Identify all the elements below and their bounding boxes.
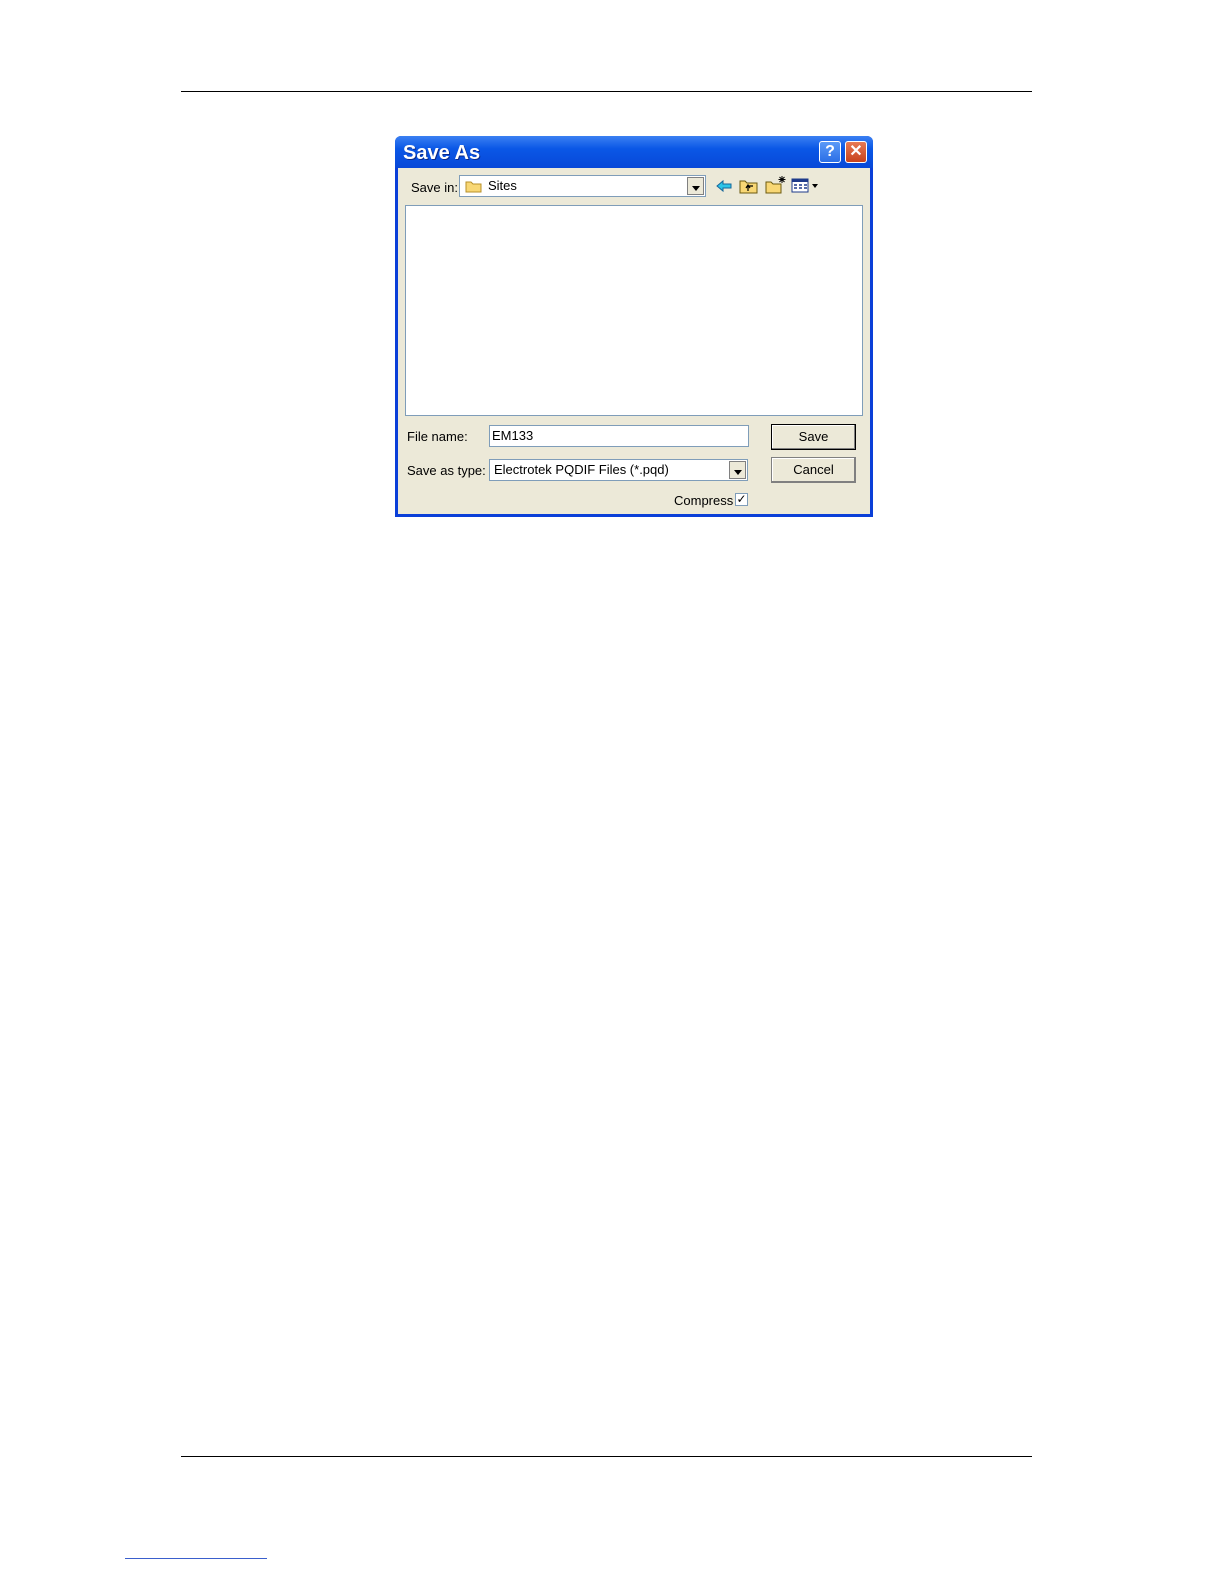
help-button[interactable]: ? bbox=[819, 141, 841, 163]
compress-label: Compress bbox=[674, 493, 734, 508]
page-footer-rule bbox=[181, 1456, 1032, 1457]
save-as-type-dropdown[interactable]: Electrotek PQDIF Files (*.pqd) bbox=[489, 459, 748, 481]
title-bar[interactable]: Save As ? ✕ bbox=[395, 136, 873, 168]
close-button[interactable]: ✕ bbox=[845, 141, 867, 163]
folder-icon bbox=[465, 181, 482, 193]
save-in-label: Save in: bbox=[411, 180, 458, 195]
dialog-title: Save As bbox=[403, 142, 481, 164]
up-folder-icon[interactable] bbox=[739, 177, 759, 194]
view-menu-icon[interactable] bbox=[791, 178, 821, 194]
save-as-type-value: Electrotek PQDIF Files (*.pqd) bbox=[494, 462, 669, 477]
new-folder-icon[interactable] bbox=[765, 175, 787, 194]
cancel-button[interactable]: Cancel bbox=[771, 457, 856, 483]
save-in-dropdown-arrow[interactable] bbox=[687, 177, 704, 195]
save-as-type-dropdown-arrow[interactable] bbox=[729, 461, 746, 479]
file-name-field[interactable]: EM133 bbox=[489, 425, 749, 447]
page-header-rule bbox=[181, 91, 1032, 92]
save-button[interactable]: Save bbox=[771, 424, 856, 450]
footnote-rule bbox=[125, 1558, 267, 1559]
file-name-label: File name: bbox=[407, 429, 468, 444]
save-as-dialog: Save As ? ✕ Save in: Sites File name: EM… bbox=[395, 136, 873, 517]
save-as-type-label: Save as type: bbox=[407, 463, 486, 478]
back-icon[interactable] bbox=[715, 179, 733, 193]
save-in-value: Sites bbox=[488, 178, 517, 193]
file-list[interactable] bbox=[405, 205, 863, 416]
compress-checkbox[interactable]: ✓ bbox=[735, 493, 748, 506]
dialog-body: Save in: Sites File name: EM133 Save as … bbox=[398, 168, 870, 514]
save-in-dropdown[interactable]: Sites bbox=[459, 175, 706, 197]
